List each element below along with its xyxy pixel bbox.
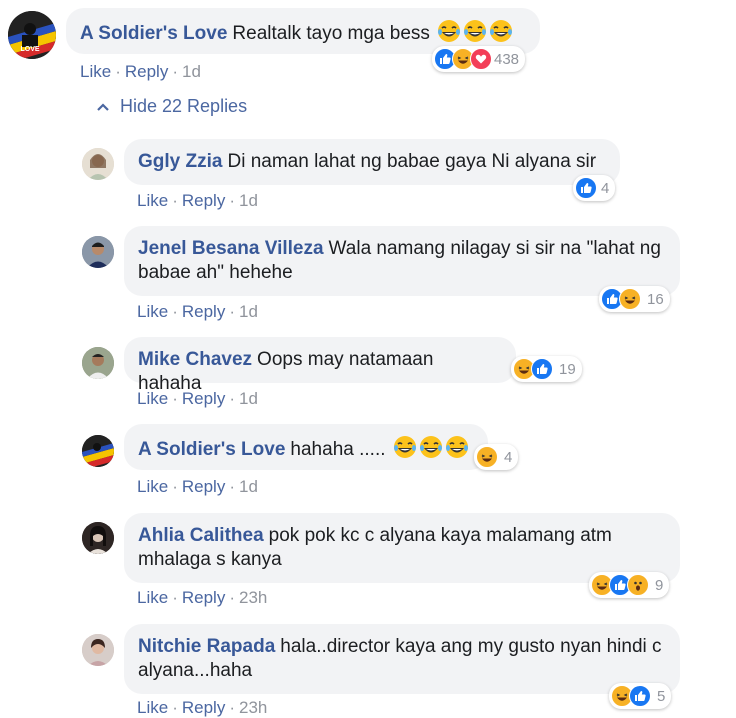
comment-author[interactable]: A Soldier's Love	[80, 23, 227, 44]
user-photo-icon	[82, 522, 114, 554]
reaction-count: 16	[647, 290, 664, 308]
comment-actions: Like · Reply · 23h	[137, 588, 268, 607]
like-reaction-icon	[575, 177, 597, 199]
reaction-summary[interactable]: 438	[432, 46, 526, 72]
comment-bubble: Ggly Zzia Di naman lahat ng babae gaya Ni…	[124, 139, 620, 185]
comment-author[interactable]: Ahlia Calithea	[138, 525, 264, 546]
reaction-summary[interactable]: 4	[474, 444, 519, 470]
reaction-summary[interactable]: 5	[609, 683, 672, 709]
haha-reaction-icon	[476, 446, 498, 468]
reaction-count: 4	[504, 448, 513, 466]
avatar[interactable]	[82, 236, 114, 268]
avatar[interactable]	[82, 347, 114, 379]
like-link[interactable]: Like	[137, 302, 168, 321]
comment-bubble: Nitchie Rapada hala..director kaya ang my…	[124, 624, 680, 694]
comment-author[interactable]: Mike Chavez	[138, 349, 252, 370]
like-reaction-icon	[629, 685, 651, 707]
reply-link[interactable]: Reply	[182, 588, 225, 607]
laughing-tears-emoji-icon	[464, 20, 487, 42]
user-photo-icon	[82, 347, 114, 379]
reply-link[interactable]: Reply	[182, 698, 225, 717]
timestamp[interactable]: 23h	[239, 698, 267, 717]
comment-bubble: Mike Chavez Oops may natamaan hahaha	[124, 337, 516, 394]
comment-text: hahaha .....	[290, 439, 386, 460]
soldier-love-logo-icon: LOVE	[8, 11, 56, 59]
reaction-summary[interactable]: 19	[511, 356, 582, 382]
comment-author[interactable]: Nitchie Rapada	[138, 636, 275, 657]
comment-author[interactable]: Jenel Besana Villeza	[138, 238, 324, 259]
like-link[interactable]: Like	[137, 698, 168, 717]
avatar[interactable]	[82, 435, 114, 467]
hide-replies-link[interactable]: Hide 22 Replies	[96, 96, 247, 117]
reaction-summary[interactable]: 9	[589, 572, 670, 598]
avatar[interactable]: LOVE	[8, 11, 56, 59]
comment-author[interactable]: A Soldier's Love	[138, 439, 285, 460]
wow-reaction-icon	[627, 574, 649, 596]
hide-replies-label: Hide 22 Replies	[120, 96, 248, 116]
comment-actions: Like · Reply · 1d	[137, 389, 258, 408]
comment-bubble: A Soldier's Love hahaha .....	[124, 424, 488, 470]
timestamp[interactable]: 23h	[239, 588, 267, 607]
timestamp[interactable]: 1d	[239, 191, 258, 210]
reaction-summary[interactable]: 16	[599, 286, 670, 312]
like-link[interactable]: Like	[137, 477, 168, 496]
comment-text: Realtalk tayo mga bess	[232, 23, 430, 44]
laughing-tears-emoji-icon	[393, 436, 416, 458]
reaction-count: 4	[601, 179, 610, 197]
laughing-emoji-group	[386, 436, 469, 460]
user-photo-icon	[82, 148, 114, 180]
avatar[interactable]	[82, 522, 114, 554]
avatar[interactable]	[82, 148, 114, 180]
like-link[interactable]: Like	[80, 62, 111, 81]
reply-link[interactable]: Reply	[125, 62, 168, 81]
comment-actions: Like · Reply · 1d	[137, 191, 258, 210]
laughing-tears-emoji-icon	[419, 436, 442, 458]
like-reaction-icon	[531, 358, 553, 380]
reaction-count: 9	[655, 576, 664, 594]
laughing-tears-emoji-icon	[438, 20, 461, 42]
timestamp[interactable]: 1d	[239, 477, 258, 496]
like-link[interactable]: Like	[137, 588, 168, 607]
reaction-summary[interactable]: 4	[573, 175, 616, 201]
like-link[interactable]: Like	[137, 389, 168, 408]
reply-link[interactable]: Reply	[182, 477, 225, 496]
comment-actions: Like · Reply · 1d	[80, 62, 201, 81]
timestamp[interactable]: 1d	[239, 302, 258, 321]
haha-reaction-icon	[619, 288, 641, 310]
timestamp[interactable]: 1d	[182, 62, 201, 81]
avatar[interactable]	[82, 634, 114, 666]
comment-bubble: Jenel Besana Villeza Wala namang nilagay …	[124, 226, 680, 296]
comment-actions: Like · Reply · 1d	[137, 477, 258, 496]
laughing-emoji-group	[430, 20, 513, 44]
reply-link[interactable]: Reply	[182, 191, 225, 210]
comment-text: Di naman lahat ng babae gaya Ni alyana s…	[227, 151, 597, 172]
reaction-count: 5	[657, 687, 666, 705]
laughing-tears-emoji-icon	[490, 20, 513, 42]
comment-author[interactable]: Ggly Zzia	[138, 151, 222, 172]
timestamp[interactable]: 1d	[239, 389, 258, 408]
reply-link[interactable]: Reply	[182, 389, 225, 408]
user-photo-icon	[82, 236, 114, 268]
soldier-love-logo-icon	[82, 435, 114, 467]
comment-actions: Like · Reply · 23h	[137, 698, 268, 717]
user-photo-icon	[82, 634, 114, 666]
chevron-up-icon	[97, 102, 109, 111]
comment-actions: Like · Reply · 1d	[137, 302, 258, 321]
reaction-count: 19	[559, 360, 576, 378]
svg-text:LOVE: LOVE	[20, 46, 39, 53]
laughing-tears-emoji-icon	[445, 436, 468, 458]
like-link[interactable]: Like	[137, 191, 168, 210]
reaction-count: 438	[494, 50, 520, 68]
reply-link[interactable]: Reply	[182, 302, 225, 321]
love-reaction-icon	[470, 48, 492, 70]
